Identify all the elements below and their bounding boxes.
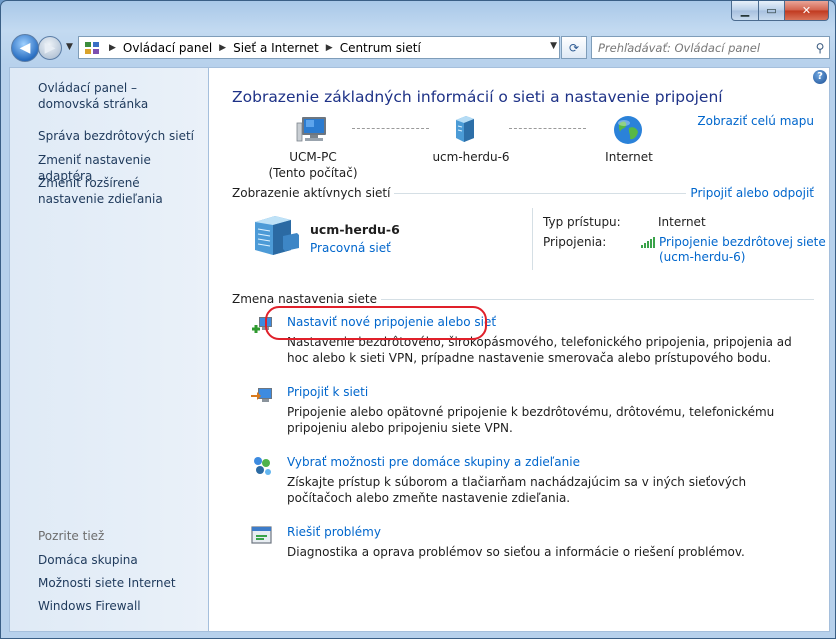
control-panel-icon	[85, 41, 99, 54]
breadcrumb-control-panel[interactable]: Ovládací panel	[121, 41, 214, 55]
caption-buttons: ▁ ▭ ✕	[731, 1, 829, 21]
see-also-heading: Pozrite tiež	[38, 529, 105, 543]
red-highlight-annotation	[265, 306, 487, 340]
sidebar: Ovládací panel – domovská stránka Správa…	[9, 67, 208, 632]
internet-globe-icon[interactable]	[612, 114, 644, 146]
access-type-label: Typ prístupu:	[543, 215, 621, 229]
network-name-label: ucm-herdu-6	[432, 150, 510, 164]
close-button[interactable]: ✕	[785, 1, 829, 21]
wireless-connection-link[interactable]: Pripojenie bezdrôtovej siete	[659, 235, 826, 249]
full-map-link[interactable]: Zobraziť celú mapu	[697, 114, 814, 128]
wireless-signal-icon	[641, 237, 655, 248]
internet-label: Internet	[605, 150, 653, 164]
vertical-separator	[532, 208, 533, 270]
maximize-icon: ▭	[766, 4, 777, 17]
computer-note-label: (Tento počítač)	[268, 166, 358, 180]
computer-icon[interactable]	[296, 115, 330, 145]
homegroup-sharing-description: Získajte prístup k súborom a tlačiarňam …	[287, 475, 747, 505]
troubleshoot-link[interactable]: Riešiť problémy	[287, 525, 381, 539]
see-also-firewall-link[interactable]: Windows Firewall	[38, 598, 141, 614]
connect-network-icon	[251, 388, 272, 402]
see-also-homegroup-link[interactable]: Domáca skupina	[38, 552, 138, 568]
sidebar-item-advanced-sharing[interactable]: Zmeniť rozšírené nastavenie zdieľania	[38, 175, 198, 207]
help-icon[interactable]: ?	[813, 70, 827, 84]
network-icon[interactable]	[450, 114, 478, 144]
forward-button[interactable]: ▶	[38, 36, 62, 60]
troubleshoot-description: Diagnostika a oprava problémov so sieťou…	[287, 545, 745, 559]
computer-name-label: UCM-PC	[289, 150, 337, 164]
network-center-window: ▁ ▭ ✕ ◀ ▶ ▼ ▶ Ovládací panel ▶ Sieť a In…	[0, 0, 836, 639]
breadcrumb-network-center[interactable]: Centrum sietí	[338, 41, 423, 55]
maximize-button[interactable]: ▭	[759, 1, 785, 21]
minimize-icon: ▁	[740, 4, 750, 17]
breadcrumb-separator[interactable]: ▶	[109, 43, 116, 53]
connect-network-description: Pripojenie alebo opätovné pripojenie k b…	[287, 405, 775, 435]
search-icon[interactable]: ⚲	[811, 41, 829, 55]
wireless-connection-ssid-link[interactable]: (ucm-herdu-6)	[659, 250, 745, 264]
search-input[interactable]: Prehľadávať: Ovládací panel	[592, 41, 811, 55]
refresh-icon: ⟳	[568, 40, 580, 55]
main-content: ? Zobrazenie základných informácií o sie…	[208, 67, 830, 632]
map-link-line	[352, 128, 429, 129]
network-type-link[interactable]: Pracovná sieť	[310, 241, 391, 255]
sidebar-home-link[interactable]: Ovládací panel – domovská stránka	[38, 80, 198, 112]
recent-pages-dropdown[interactable]: ▼	[66, 42, 73, 52]
active-network-name: ucm-herdu-6	[310, 222, 400, 237]
minimize-button[interactable]: ▁	[731, 1, 759, 21]
active-networks-heading: Zobrazenie aktívnych sietí	[232, 186, 395, 200]
access-type-value: Internet	[658, 215, 706, 229]
navigation-bar: ◀ ▶ ▼ ▶ Ovládací panel ▶ Sieť a Internet…	[9, 33, 830, 62]
address-bar[interactable]: ▶ Ovládací panel ▶ Sieť a Internet ▶ Cen…	[78, 36, 560, 59]
breadcrumb-separator[interactable]: ▶	[219, 43, 226, 53]
address-dropdown-icon[interactable]: ▼	[550, 41, 557, 51]
refresh-button[interactable]: ⟳	[561, 36, 587, 59]
sidebar-item-manage-wireless[interactable]: Správa bezdrôtových sietí	[38, 128, 194, 144]
back-button[interactable]: ◀	[11, 34, 39, 62]
search-box[interactable]: Prehľadávať: Ovládací panel ⚲	[591, 36, 830, 59]
homegroup-icon	[254, 457, 271, 475]
connect-network-link[interactable]: Pripojiť k sieti	[287, 385, 368, 399]
see-also-internet-options-link[interactable]: Možnosti siete Internet	[38, 575, 176, 591]
map-link-line	[509, 128, 586, 129]
forward-arrow-icon: ▶	[44, 40, 56, 56]
breadcrumb-network-internet[interactable]: Sieť a Internet	[231, 41, 321, 55]
breadcrumb-separator[interactable]: ▶	[326, 43, 333, 53]
connect-disconnect-link[interactable]: Pripojiť alebo odpojiť	[686, 186, 814, 200]
troubleshoot-icon	[251, 526, 272, 544]
change-settings-heading: Zmena nastavenia siete	[232, 292, 381, 306]
network-building-icon	[255, 216, 299, 255]
connections-label: Pripojenia:	[543, 235, 607, 249]
back-arrow-icon: ◀	[19, 40, 31, 56]
page-title: Zobrazenie základných informácií o sieti…	[232, 88, 723, 106]
homegroup-sharing-link[interactable]: Vybrať možnosti pre domáce skupiny a zdi…	[287, 455, 580, 469]
close-icon: ✕	[801, 4, 812, 17]
